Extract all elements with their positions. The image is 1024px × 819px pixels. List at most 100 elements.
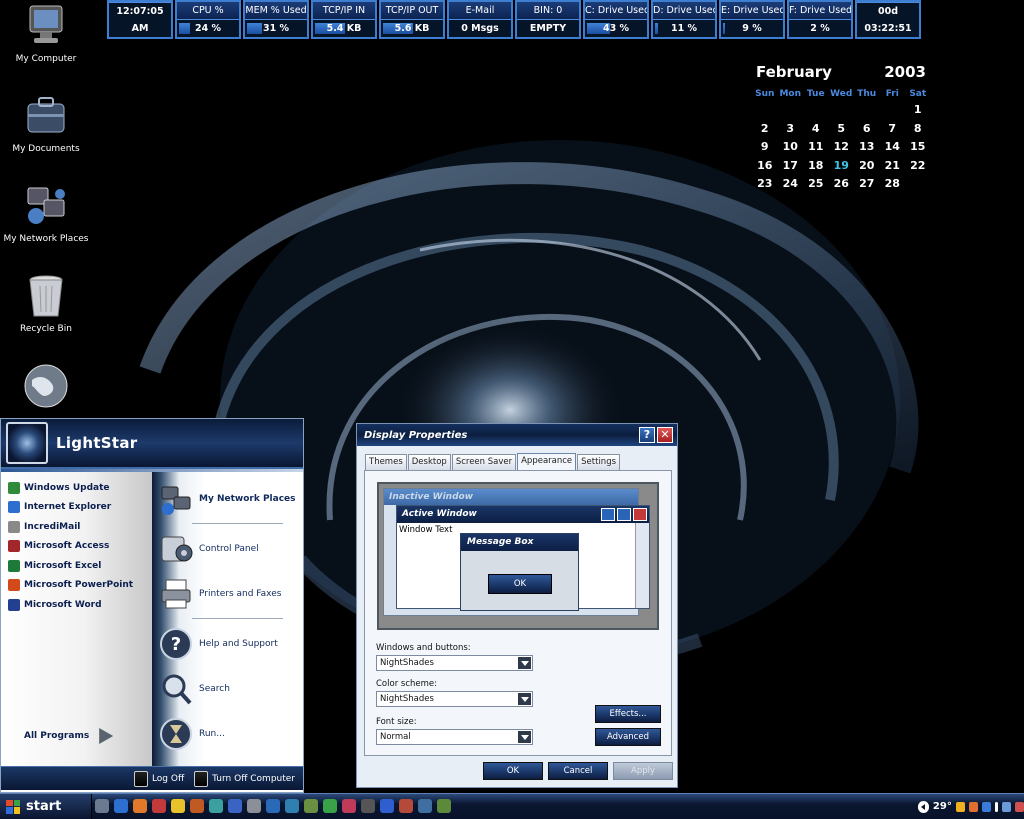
app-icon[interactable] bbox=[247, 799, 261, 813]
dialog-title-bar[interactable]: Display Properties ? ✕ bbox=[357, 424, 677, 446]
system-place[interactable]: My Network Places bbox=[152, 476, 303, 521]
windows-buttons-select[interactable]: NightShades bbox=[376, 655, 533, 671]
desktop-calendar: February 2003 Sun Mon Tue Wed Thu Fri Sat 1234… bbox=[752, 63, 932, 194]
maximize-icon bbox=[617, 508, 631, 521]
status-cell-value: 00d 03:22:51 bbox=[857, 3, 919, 37]
tray-app-icon[interactable] bbox=[982, 801, 992, 812]
appearance-preview: Inactive Window Active Window Window Tex… bbox=[377, 482, 659, 630]
status-cell: Feb 19, 200312:07:05 AM bbox=[107, 0, 173, 39]
app-icon[interactable] bbox=[190, 799, 204, 813]
mail-icon[interactable] bbox=[133, 799, 147, 813]
pinned-program-label: Internet Explorer bbox=[24, 502, 112, 513]
pinned-program[interactable]: Internet Explorer bbox=[1, 498, 152, 518]
close-button[interactable]: ✕ bbox=[657, 427, 673, 443]
ok-button[interactable]: OK bbox=[483, 762, 543, 780]
weekday-label: Thu bbox=[857, 89, 877, 99]
desktop-icon-network-places[interactable]: My Network Places bbox=[0, 182, 92, 244]
globe-icon bbox=[24, 364, 68, 408]
tray-app-icon[interactable] bbox=[1014, 801, 1024, 812]
chevron-down-icon[interactable] bbox=[518, 731, 531, 743]
turn-off-button[interactable]: Turn Off Computer bbox=[194, 770, 295, 787]
calendar-day bbox=[829, 101, 855, 120]
app-icon[interactable] bbox=[171, 799, 185, 813]
tab-desktop[interactable]: Desktop bbox=[407, 454, 451, 470]
tab-screen-saver[interactable]: Screen Saver bbox=[451, 454, 517, 470]
word-icon bbox=[8, 598, 20, 611]
usage-bar bbox=[723, 23, 725, 34]
calendar-day: 1 bbox=[913, 103, 922, 116]
pinned-program[interactable]: Windows Update bbox=[1, 478, 152, 498]
desktop-icon-globe[interactable] bbox=[0, 362, 92, 414]
tab-themes[interactable]: Themes bbox=[365, 454, 407, 470]
weather-icon[interactable] bbox=[955, 801, 965, 812]
help-button[interactable]: ? bbox=[639, 427, 655, 443]
calendar-day bbox=[778, 101, 804, 120]
calendar-day bbox=[880, 101, 906, 120]
calendar-day: 9 bbox=[760, 140, 769, 153]
font-size-label: Font size: bbox=[376, 717, 417, 727]
app-icon[interactable] bbox=[228, 799, 242, 813]
log-off-icon bbox=[133, 770, 148, 787]
cancel-button[interactable]: Cancel bbox=[548, 762, 608, 780]
app-icon[interactable] bbox=[152, 799, 166, 813]
all-programs-button[interactable]: All Programs bbox=[24, 728, 114, 744]
pinned-program[interactable]: Microsoft PowerPoint bbox=[1, 576, 152, 596]
apply-button[interactable]: Apply bbox=[613, 762, 673, 780]
system-place[interactable]: Search bbox=[152, 666, 303, 711]
volume-icon[interactable] bbox=[995, 801, 998, 812]
show-desktop-icon[interactable] bbox=[95, 799, 109, 813]
tab-settings[interactable]: Settings bbox=[577, 454, 621, 470]
pinned-program-label: Microsoft Excel bbox=[24, 560, 102, 571]
tray-expand-icon[interactable] bbox=[918, 800, 929, 813]
weather-temperature[interactable]: 29° bbox=[933, 801, 952, 812]
chevron-down-icon[interactable] bbox=[518, 693, 531, 705]
chevron-down-icon[interactable] bbox=[518, 657, 531, 669]
network-icon[interactable] bbox=[1001, 801, 1011, 812]
status-cell-header: BIN: 0 bbox=[517, 2, 579, 20]
pinned-program[interactable]: Microsoft Excel bbox=[1, 556, 152, 576]
system-place[interactable]: ? Help and Support bbox=[152, 621, 303, 666]
pinned-program[interactable]: Microsoft Access bbox=[1, 537, 152, 557]
app-icon[interactable] bbox=[380, 799, 394, 813]
color-scheme-select[interactable]: NightShades bbox=[376, 691, 533, 707]
status-cell: E-Mail 0 Msgs bbox=[447, 0, 513, 39]
internet-explorer-icon[interactable] bbox=[114, 799, 128, 813]
status-cell-value: EMPTY bbox=[517, 20, 579, 37]
calendar-day: 19 bbox=[833, 158, 849, 172]
log-off-button[interactable]: Log Off bbox=[133, 770, 184, 787]
system-place[interactable]: Control Panel bbox=[152, 526, 303, 571]
app-icon[interactable] bbox=[209, 799, 223, 813]
start-button[interactable]: start bbox=[0, 794, 92, 819]
app-icon[interactable] bbox=[304, 799, 318, 813]
svg-text:?: ? bbox=[171, 634, 181, 655]
desktop-icon-my-computer[interactable]: My Computer bbox=[0, 2, 92, 64]
calendar-day: 23 bbox=[757, 177, 773, 190]
advanced-button[interactable]: Advanced bbox=[595, 728, 661, 746]
app-icon[interactable] bbox=[266, 799, 280, 813]
app-icon[interactable] bbox=[437, 799, 451, 813]
app-icon[interactable] bbox=[285, 799, 299, 813]
pinned-program[interactable]: Microsoft Word bbox=[1, 595, 152, 615]
status-cell: D: Drive Used 11 % bbox=[651, 0, 717, 39]
system-place[interactable]: Printers and Faxes bbox=[152, 571, 303, 616]
font-size-select[interactable]: Normal bbox=[376, 729, 533, 745]
user-avatar[interactable] bbox=[6, 422, 48, 464]
effects-button[interactable]: Effects... bbox=[595, 705, 661, 723]
system-place[interactable]: Run... bbox=[152, 711, 303, 756]
app-icon[interactable] bbox=[323, 799, 337, 813]
tray-app-icon[interactable] bbox=[968, 801, 979, 812]
desktop-icon-recycle-bin[interactable]: Recycle Bin bbox=[0, 272, 92, 334]
excel-icon bbox=[8, 559, 20, 572]
app-icon[interactable] bbox=[342, 799, 356, 813]
app-icon[interactable] bbox=[399, 799, 413, 813]
start-menu-footer: Log Off Turn Off Computer bbox=[1, 766, 303, 790]
status-cell-value-text: 11 % bbox=[670, 23, 698, 34]
system-place-label: Printers and Faxes bbox=[199, 588, 282, 599]
status-cell-value: 12:07:05 AM bbox=[109, 3, 171, 37]
desktop-icon-my-documents[interactable]: My Documents bbox=[0, 92, 92, 154]
app-icon[interactable] bbox=[418, 799, 432, 813]
pinned-program[interactable]: IncrediMail bbox=[1, 517, 152, 537]
calendar-day: 12 bbox=[833, 140, 849, 153]
app-icon[interactable] bbox=[361, 799, 375, 813]
tab-appearance[interactable]: Appearance bbox=[517, 453, 577, 470]
